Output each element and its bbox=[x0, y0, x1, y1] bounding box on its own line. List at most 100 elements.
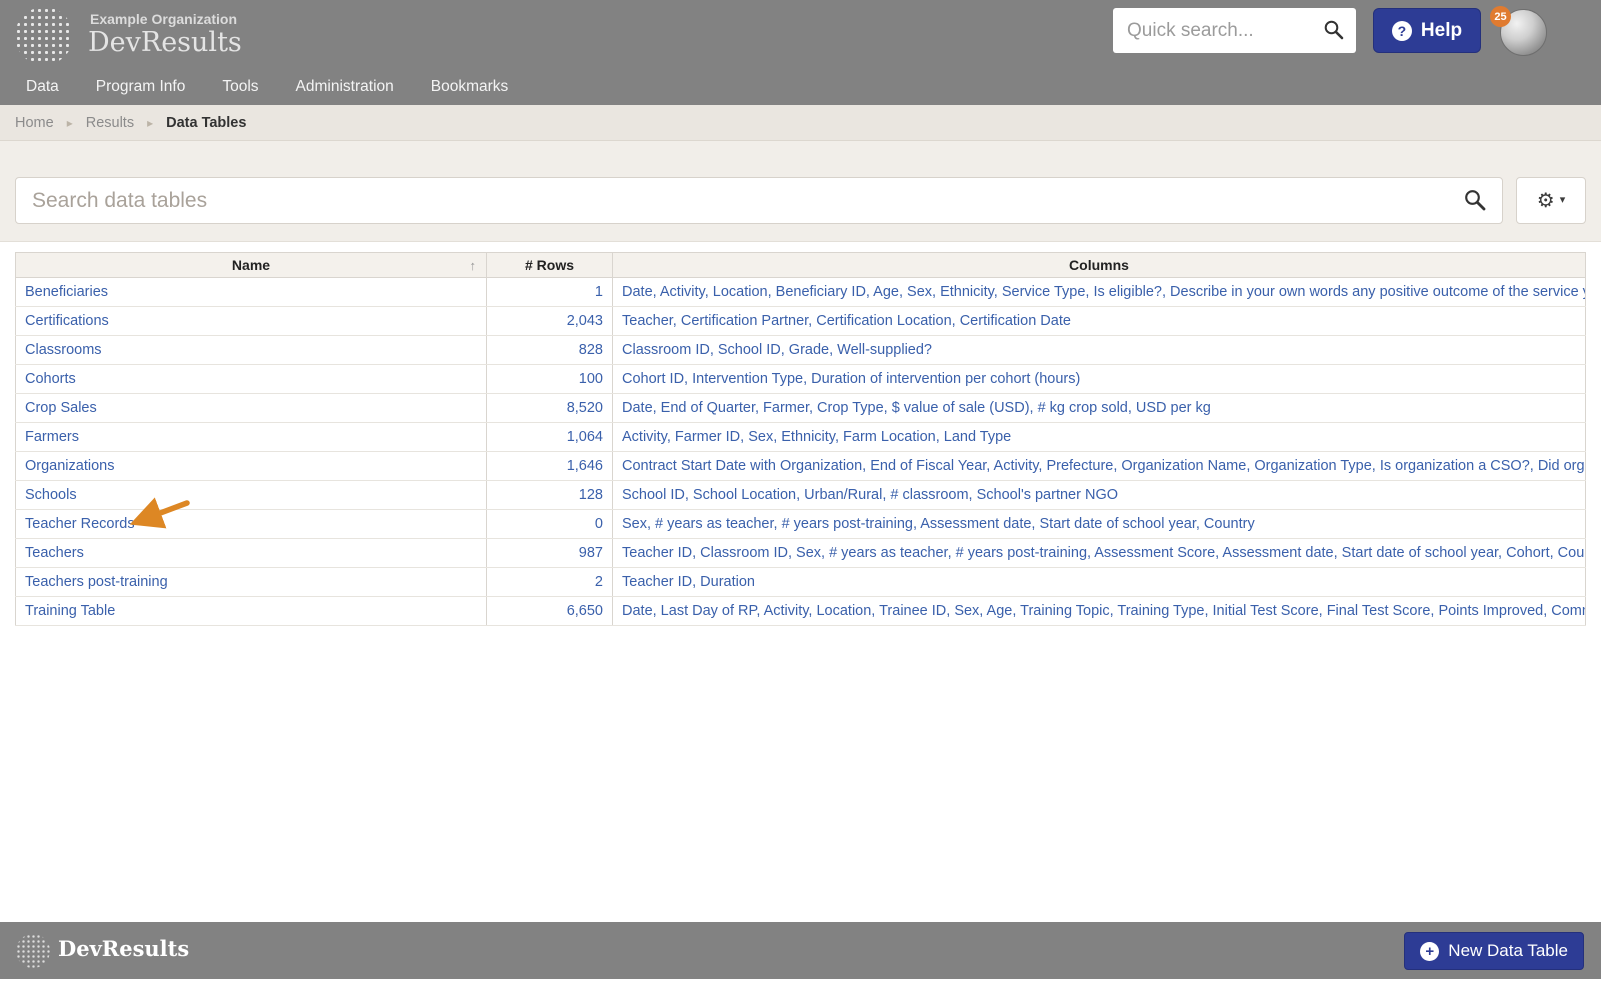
cell-row-count: 2 bbox=[486, 567, 613, 597]
cell-row-count: 8,520 bbox=[486, 393, 613, 423]
cell-table-name: Teachers bbox=[15, 538, 487, 568]
data-table-link[interactable]: Teachers bbox=[25, 545, 84, 561]
table-row: Teachers post-training 2 Teacher ID, Durat… bbox=[15, 567, 1586, 597]
table-row: Certifications 2,043 Teacher, Certificatio… bbox=[15, 306, 1586, 336]
help-icon: ? bbox=[1391, 20, 1412, 41]
cell-table-name: Schools bbox=[15, 480, 487, 510]
search-section: ⚙ ▾ bbox=[0, 141, 1601, 242]
data-tables-search-input[interactable] bbox=[16, 188, 1447, 213]
quick-search-button[interactable] bbox=[1319, 19, 1356, 43]
table-row: Beneficiaries 1 Date, Activity, Location, … bbox=[15, 277, 1586, 307]
gear-icon: ⚙ bbox=[1536, 189, 1555, 212]
help-button[interactable]: ? Help bbox=[1373, 8, 1481, 53]
main-nav: Data Program Info Tools Administration B… bbox=[0, 69, 508, 105]
nav-item-data[interactable]: Data bbox=[26, 78, 59, 96]
cell-table-name: Certifications bbox=[15, 306, 487, 336]
column-header-rows[interactable]: # Rows bbox=[486, 252, 613, 278]
data-tables-search bbox=[15, 177, 1503, 224]
cell-columns-list: Activity, Farmer ID, Sex, Ethnicity, Far… bbox=[612, 422, 1586, 452]
table-row: Training Table 6,650 Date, Last Day of RP,… bbox=[15, 596, 1586, 626]
cell-row-count: 828 bbox=[486, 335, 613, 365]
cell-row-count: 2,043 bbox=[486, 306, 613, 336]
search-icon bbox=[1323, 19, 1344, 43]
breadcrumb: Home ▸ Results ▸ Data Tables bbox=[0, 105, 1601, 141]
breadcrumb-results[interactable]: Results bbox=[86, 115, 134, 131]
cell-columns-list: Date, Last Day of RP, Activity, Location… bbox=[612, 596, 1586, 626]
cell-row-count: 6,650 bbox=[486, 596, 613, 626]
cell-row-count: 987 bbox=[486, 538, 613, 568]
cell-row-count: 1,064 bbox=[486, 422, 613, 452]
top-header: Example Organization DevResults ? Help 2… bbox=[0, 0, 1601, 105]
nav-item-program-info[interactable]: Program Info bbox=[96, 78, 186, 96]
column-header-name[interactable]: Name ↑ bbox=[15, 252, 487, 278]
devresults-footer-logo-icon bbox=[16, 934, 50, 968]
table-row: Farmers 1,064 Activity, Farmer ID, Sex, Et… bbox=[15, 422, 1586, 452]
data-table-link[interactable]: Farmers bbox=[25, 429, 79, 445]
cell-table-name: Organizations bbox=[15, 451, 487, 481]
content: Name ↑ # Rows Columns Beneficiaries 1 Date… bbox=[0, 242, 1601, 626]
data-table-link[interactable]: Crop Sales bbox=[25, 400, 97, 416]
column-header-name-label: Name bbox=[231, 257, 271, 273]
settings-dropdown-button[interactable]: ⚙ ▾ bbox=[1516, 177, 1586, 224]
table-row: Cohorts 100 Cohort ID, Intervention Type, … bbox=[15, 364, 1586, 394]
nav-item-bookmarks[interactable]: Bookmarks bbox=[431, 78, 509, 96]
new-data-table-button[interactable]: + New Data Table bbox=[1404, 932, 1584, 970]
cell-table-name: Farmers bbox=[15, 422, 487, 452]
cell-columns-list: Teacher ID, Classroom ID, Sex, # years a… bbox=[612, 538, 1586, 568]
table-row: Crop Sales 8,520 Date, End of Quarter, Far… bbox=[15, 393, 1586, 423]
breadcrumb-home[interactable]: Home bbox=[15, 115, 54, 131]
table-row: Teachers 987 Teacher ID, Classroom ID, Sex… bbox=[15, 538, 1586, 568]
cell-row-count: 1,646 bbox=[486, 451, 613, 481]
cell-table-name: Classrooms bbox=[15, 335, 487, 365]
cell-row-count: 128 bbox=[486, 480, 613, 510]
quick-search-input[interactable] bbox=[1113, 19, 1319, 42]
cell-columns-list: Teacher ID, Duration bbox=[612, 567, 1586, 597]
cell-columns-list: Teacher, Certification Partner, Certific… bbox=[612, 306, 1586, 336]
data-tables-search-button[interactable] bbox=[1447, 188, 1502, 214]
data-table-link[interactable]: Schools bbox=[25, 487, 77, 503]
sort-ascending-icon: ↑ bbox=[469, 258, 477, 273]
nav-item-administration[interactable]: Administration bbox=[296, 78, 394, 96]
devresults-logo-icon[interactable] bbox=[15, 7, 73, 65]
cell-table-name: Crop Sales bbox=[15, 393, 487, 423]
data-table-link[interactable]: Cohorts bbox=[25, 371, 76, 387]
table-row: Schools 128 School ID, School Location, Ur… bbox=[15, 480, 1586, 510]
data-tables-body: Beneficiaries 1 Date, Activity, Location, … bbox=[15, 277, 1586, 626]
breadcrumb-separator-icon: ▸ bbox=[147, 115, 154, 130]
cell-columns-list: Date, End of Quarter, Farmer, Crop Type,… bbox=[612, 393, 1586, 423]
cell-row-count: 0 bbox=[486, 509, 613, 539]
data-table-link[interactable]: Beneficiaries bbox=[25, 284, 108, 300]
org-name: Example Organization bbox=[90, 11, 238, 27]
quick-search bbox=[1113, 8, 1356, 53]
table-row: Teacher Records 0 Sex, # years as teacher,… bbox=[15, 509, 1586, 539]
user-avatar[interactable]: 25 bbox=[1490, 6, 1547, 56]
breadcrumb-separator-icon: ▸ bbox=[66, 115, 73, 130]
brand-name[interactable]: DevResults bbox=[88, 27, 242, 58]
plus-icon: + bbox=[1420, 941, 1440, 961]
data-table-link[interactable]: Teacher Records bbox=[25, 516, 135, 532]
data-tables-table: Name ↑ # Rows Columns Beneficiaries 1 Date… bbox=[15, 252, 1586, 626]
data-table-link[interactable]: Classrooms bbox=[25, 342, 102, 358]
cell-columns-list: Sex, # years as teacher, # years post-tr… bbox=[612, 509, 1586, 539]
data-table-link[interactable]: Training Table bbox=[25, 603, 115, 619]
search-icon bbox=[1463, 188, 1486, 214]
cell-table-name: Beneficiaries bbox=[15, 277, 487, 307]
column-header-columns[interactable]: Columns bbox=[612, 252, 1586, 278]
cell-columns-list: Cohort ID, Intervention Type, Duration o… bbox=[612, 364, 1586, 394]
chevron-down-icon: ▾ bbox=[1559, 194, 1566, 206]
new-data-table-label: New Data Table bbox=[1448, 941, 1568, 960]
cell-columns-list: Contract Start Date with Organization, E… bbox=[612, 451, 1586, 481]
notification-badge[interactable]: 25 bbox=[1490, 6, 1511, 27]
help-label: Help bbox=[1420, 19, 1463, 41]
cell-columns-list: Classroom ID, School ID, Grade, Well-sup… bbox=[612, 335, 1586, 365]
data-table-link[interactable]: Teachers post-training bbox=[25, 574, 168, 590]
cell-table-name: Teacher Records bbox=[15, 509, 487, 539]
data-table-link[interactable]: Certifications bbox=[25, 313, 109, 329]
cell-columns-list: Date, Activity, Location, Beneficiary ID… bbox=[612, 277, 1586, 307]
nav-item-tools[interactable]: Tools bbox=[222, 78, 258, 96]
data-table-link[interactable]: Organizations bbox=[25, 458, 114, 474]
breadcrumb-current: Data Tables bbox=[166, 114, 247, 131]
table-row: Organizations 1,646 Contract Start Date wi… bbox=[15, 451, 1586, 481]
cell-table-name: Cohorts bbox=[15, 364, 487, 394]
cell-row-count: 100 bbox=[486, 364, 613, 394]
